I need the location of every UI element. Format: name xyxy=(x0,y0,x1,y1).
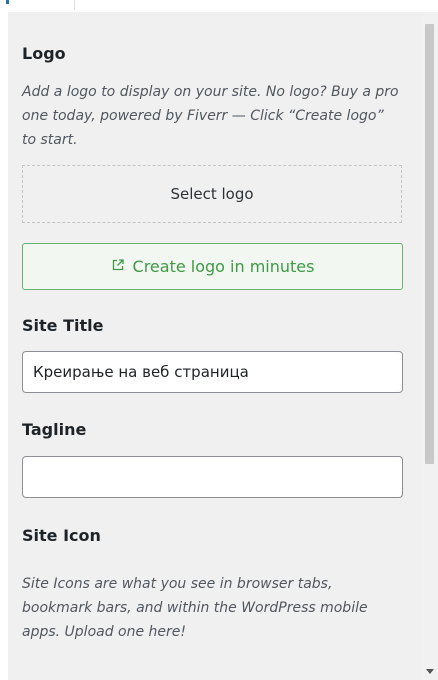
select-logo-label: Select logo xyxy=(170,185,254,203)
create-logo-button[interactable]: Create logo in minutes xyxy=(22,243,403,290)
external-link-icon xyxy=(111,257,125,276)
select-logo-button[interactable]: Select logo xyxy=(22,165,402,223)
panel-scrollbar[interactable] xyxy=(422,12,438,680)
site-icon-description: Site Icons are what you see in browser t… xyxy=(22,576,368,640)
top-divider xyxy=(74,0,75,10)
top-accent-tick xyxy=(6,0,9,4)
caret-down-icon[interactable] xyxy=(426,669,434,674)
site-title-input[interactable] xyxy=(22,351,403,393)
tagline-input[interactable] xyxy=(22,456,403,498)
scrollbar-thumb[interactable] xyxy=(425,24,434,464)
logo-description: Add a logo to display on your site. No l… xyxy=(22,84,399,148)
create-logo-label: Create logo in minutes xyxy=(132,257,315,276)
customizer-panel: Logo Add a logo to display on your site.… xyxy=(8,12,422,680)
logo-section-title: Logo xyxy=(22,44,66,63)
tagline-label: Tagline xyxy=(22,420,87,439)
site-icon-section-title: Site Icon xyxy=(22,526,101,545)
top-strip xyxy=(0,0,438,12)
site-title-label: Site Title xyxy=(22,316,104,335)
